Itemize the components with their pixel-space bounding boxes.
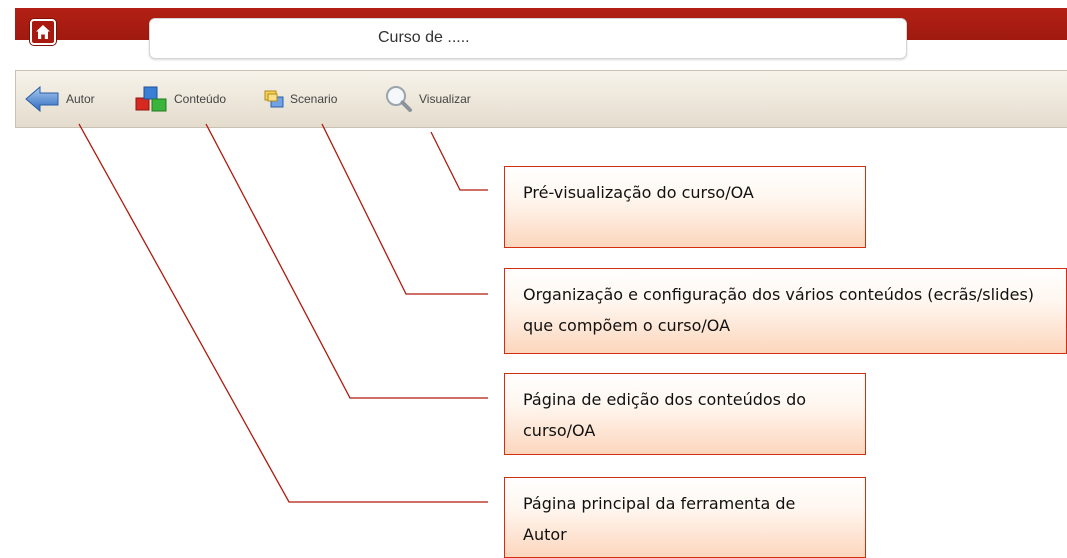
toolbar-conteudo-label: Conteúdo [174, 92, 227, 106]
callout-conteudo-text: Página de edição dos conteúdos do curso/… [523, 390, 807, 440]
windows-icon [264, 90, 284, 108]
toolbar-autor-button[interactable]: Autor [24, 84, 95, 114]
callout-visualizar-text: Pré-visualização do curso/OA [523, 183, 754, 202]
toolbar-visualizar-button[interactable]: Visualizar [383, 84, 471, 114]
course-title-box[interactable]: Curso de ..... [149, 18, 907, 59]
callout-autor-text: Página principal da ferramenta de Autor [523, 494, 796, 544]
back-arrow-icon [25, 85, 59, 113]
course-title: Curso de ..... [378, 29, 470, 46]
callout-conteudo: Página de edição dos conteúdos do curso/… [504, 373, 866, 455]
callout-scenario: Organização e configuração dos vários co… [504, 268, 1067, 354]
home-button[interactable] [30, 19, 56, 45]
callout-scenario-text: Organização e configuração dos vários co… [523, 285, 1035, 335]
toolbar-conteudo-button[interactable]: Conteúdo [134, 84, 226, 114]
cubes-icon [135, 86, 167, 112]
magnifier-icon [386, 86, 412, 112]
toolbar-scenario-button[interactable]: Scenario [264, 84, 337, 114]
connector-scenario [321, 123, 488, 295]
callout-autor: Página principal da ferramenta de Autor [504, 477, 866, 558]
annotated-screenshot: Curso de ..... Autor Conteúdo Scenario V… [0, 0, 1067, 558]
connector-visualizar [430, 131, 488, 191]
connector-conteudo [205, 123, 488, 399]
connector-autor [78, 123, 488, 503]
home-icon [36, 25, 50, 39]
toolbar-scenario-label: Scenario [290, 92, 338, 106]
callout-visualizar: Pré-visualização do curso/OA [504, 166, 866, 248]
toolbar-autor-label: Autor [66, 92, 95, 106]
toolbar-visualizar-label: Visualizar [419, 92, 471, 106]
